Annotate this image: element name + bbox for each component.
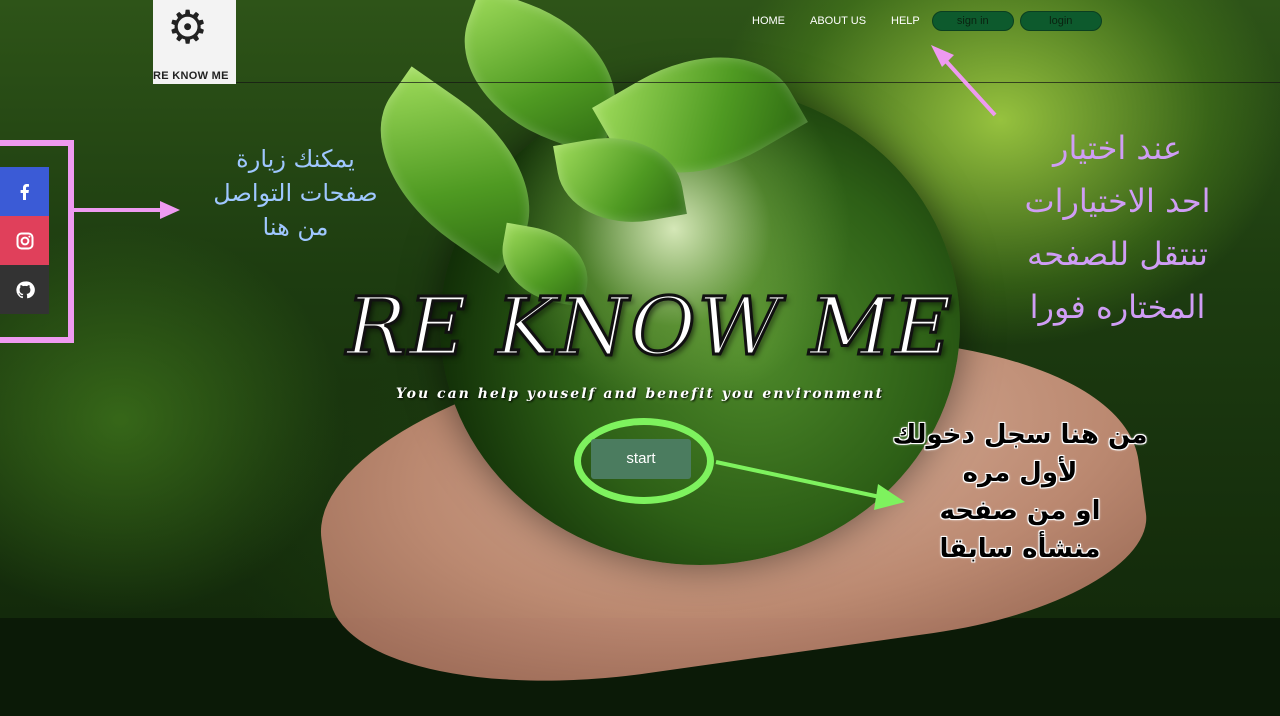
logo-text: RE KNOW ME <box>153 70 229 82</box>
nav-help[interactable]: HELP <box>891 15 920 27</box>
annotation-line: صفحات التواصل <box>213 179 378 207</box>
annotation-nav-note: عند اختيار احد الاختيارات تنتقل للصفحه ا… <box>990 122 1245 334</box>
top-nav: HOME ABOUT US HELP sign in login <box>752 11 1108 31</box>
sign-in-button[interactable]: sign in <box>931 11 1014 31</box>
nav-about-us[interactable]: ABOUT US <box>810 15 866 27</box>
annotation-line: احد الاختيارات <box>1024 182 1211 220</box>
annotation-line: عند اختيار <box>1053 129 1182 167</box>
nav-home[interactable]: HOME <box>752 15 785 27</box>
annotation-social-note: يمكنك زيارة صفحات التواصل من هنا <box>188 142 403 244</box>
start-button[interactable]: start <box>591 439 691 479</box>
hero-title: RE KNOW ME <box>345 279 954 375</box>
annotation-line: المختاره فورا <box>1029 288 1206 326</box>
annotation-line: من هنا <box>262 213 329 241</box>
annotation-line: او من صفحه <box>939 496 1101 526</box>
annotation-line: تنتقل للصفحه <box>1027 235 1208 273</box>
annotation-start-note: من هنا سجل دخولك لأول مره او من صفحه منش… <box>860 416 1180 568</box>
annotation-line: يمكنك زيارة <box>236 145 355 173</box>
site-logo[interactable]: ⚙ RE KNOW ME <box>153 0 236 84</box>
gear-icon: ⚙ <box>167 1 209 53</box>
login-button[interactable]: login <box>1019 11 1102 31</box>
hero-subtitle: You can help youself and benefit you env… <box>395 386 885 402</box>
annotation-line: لأول مره <box>962 458 1078 488</box>
annotation-line: منشأه سابقا <box>939 534 1101 564</box>
annotation-line: من هنا سجل دخولك <box>892 420 1148 450</box>
header-divider <box>236 82 1280 83</box>
annotation-frame-social <box>0 140 74 343</box>
